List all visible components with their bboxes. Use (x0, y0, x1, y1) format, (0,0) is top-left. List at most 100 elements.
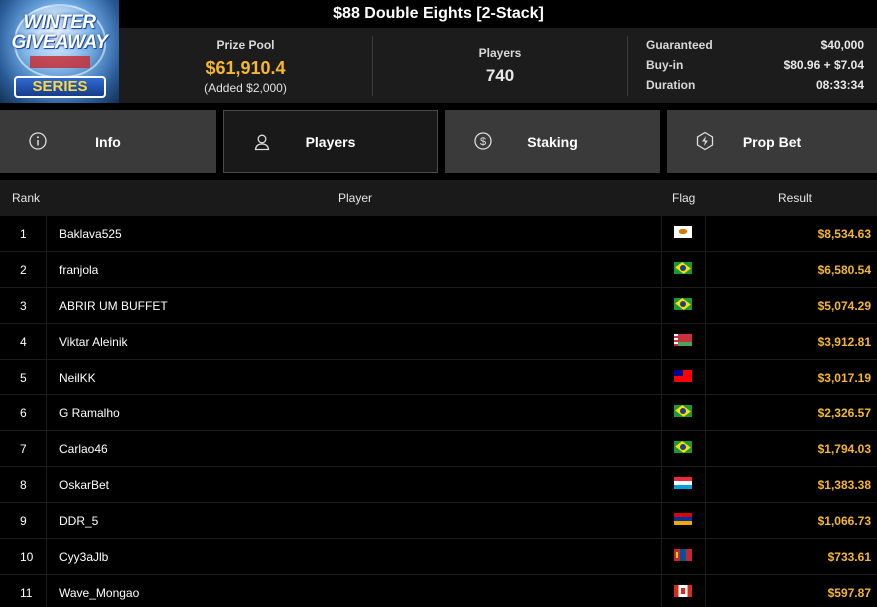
table-row[interactable]: 4 Viktar Aleinik $3,912.81 (0, 323, 877, 360)
player-name: OskarBet (59, 478, 110, 493)
detail-label: Guaranteed (646, 38, 713, 52)
flag-cell (661, 251, 706, 287)
flag-cell (661, 431, 706, 467)
player-name: DDR_5 (59, 514, 99, 529)
luxembourg-flag-icon (674, 477, 692, 490)
flag-cell (661, 323, 706, 359)
detail-label: Duration (646, 78, 696, 92)
result-value: $1,066.73 (817, 514, 871, 529)
table-row[interactable]: 2 franjola $6,580.54 (0, 251, 877, 288)
flag-cell (661, 216, 706, 251)
player-name: ABRIR UM BUFFET (59, 298, 168, 313)
result-value: $5,074.29 (817, 298, 871, 313)
detail-value: 08:33:34 (815, 78, 864, 92)
rank-value: 4 (20, 334, 27, 349)
player-name: Viktar Aleinik (59, 334, 128, 349)
lightning-icon (696, 131, 714, 151)
tab-info[interactable]: Info (0, 110, 216, 173)
players-count-label: Players (478, 46, 522, 60)
table-row[interactable]: 7 Carlao46 $1,794.03 (0, 431, 877, 468)
table-row[interactable]: 11 Wave_Mongao $597.87 (0, 574, 877, 607)
rank-value: 8 (20, 478, 27, 493)
rank-cell: 2 (0, 251, 47, 287)
tournament-title: $88 Double Eights [2-Stack] (0, 0, 877, 28)
flag-cell (661, 574, 706, 607)
detail-value: $40,000 (820, 38, 864, 52)
players-count-block: Players 740 (373, 28, 627, 103)
prize-pool-label: Prize Pool (216, 38, 275, 52)
detail-duration: Duration 08:33:34 (646, 78, 864, 98)
tab-players[interactable]: Players (223, 110, 438, 173)
result-value: $1,794.03 (817, 442, 871, 457)
flag-cell (661, 395, 706, 431)
detail-guaranteed: Guaranteed $40,000 (646, 38, 864, 58)
player-name: NeilKK (59, 370, 96, 385)
table-row[interactable]: 1 Baklava525 $8,534.63 (0, 216, 877, 252)
rank-cell: 3 (0, 287, 47, 323)
result-value: $3,017.19 (817, 370, 871, 385)
tournament-summary: Prize Pool $61,910.4 (Added $2,000) Play… (119, 28, 877, 103)
info-icon (29, 132, 47, 150)
player-name: Carlao46 (59, 442, 108, 457)
player-name: franjola (59, 262, 99, 277)
rank-cell: 1 (0, 216, 47, 251)
rank-value: 9 (20, 514, 27, 529)
column-header-flag[interactable]: Flag (672, 191, 695, 205)
tab-prop-bet[interactable]: Prop Bet (667, 110, 877, 173)
canada-flag-icon (674, 584, 692, 597)
rank-value: 10 (20, 550, 34, 565)
result-value: $3,912.81 (817, 334, 871, 349)
players-count-value: 740 (485, 66, 515, 85)
player-name: Wave_Mongao (59, 585, 140, 600)
brazil-flag-icon (674, 261, 692, 274)
result-value: $597.87 (827, 585, 871, 600)
armenia-flag-icon (674, 513, 692, 526)
rank-cell: 4 (0, 323, 47, 359)
flag-cell (661, 287, 706, 323)
column-header-player[interactable]: Player (338, 191, 372, 205)
results-table-header: Rank Player Flag Result (0, 180, 877, 216)
tab-staking[interactable]: $ Staking (445, 110, 660, 173)
rank-cell: 7 (0, 431, 47, 467)
rank-cell: 6 (0, 395, 47, 431)
dollar-coin-icon: $ (474, 132, 492, 150)
flag-cell (661, 503, 706, 539)
rank-cell: 9 (0, 503, 47, 539)
winter-giveaway-logo: WINTER GIVEAWAY SERIES (0, 0, 119, 103)
logo-line1: WINTER (23, 12, 96, 33)
player-name: Cyy3aJlb (59, 550, 109, 565)
player-name: G Ramalho (59, 406, 120, 421)
detail-label: Buy-in (646, 58, 684, 72)
brazil-flag-icon (674, 441, 692, 454)
prize-pool-added: (Added $2,000) (204, 81, 287, 95)
table-row[interactable]: 5 NeilKK $3,017.19 (0, 359, 877, 396)
result-value: $733.61 (827, 550, 871, 565)
belarus-flag-icon (674, 333, 692, 346)
column-header-rank[interactable]: Rank (12, 191, 40, 205)
svg-text:$: $ (480, 136, 486, 148)
table-row[interactable]: 3 ABRIR UM BUFFET $5,074.29 (0, 287, 877, 324)
rank-value: 1 (20, 227, 27, 241)
rank-value: 11 (20, 585, 33, 600)
rank-value: 7 (20, 442, 27, 457)
column-header-result[interactable]: Result (778, 191, 812, 205)
flag-cell (661, 359, 706, 395)
result-value: $2,326.57 (817, 406, 871, 421)
tournament-details: Guaranteed $40,000 Buy-in $80.96 + $7.04… (646, 38, 864, 98)
table-row[interactable]: 6 G Ramalho $2,326.57 (0, 395, 877, 432)
rank-value: 2 (20, 262, 27, 277)
rank-value: 3 (20, 298, 27, 313)
prize-pool-block: Prize Pool $61,910.4 (Added $2,000) (119, 28, 372, 103)
table-row[interactable]: 10 Cyy3aJlb $733.61 (0, 539, 877, 575)
rank-value: 6 (20, 406, 27, 421)
table-row[interactable]: 8 OskarBet $1,383.38 (0, 467, 877, 504)
player-name: Baklava525 (59, 227, 122, 241)
mongolia-flag-icon (674, 549, 692, 562)
logo-ribbon (30, 56, 90, 68)
brazil-flag-icon (674, 297, 692, 310)
table-row[interactable]: 9 DDR_5 $1,066.73 (0, 503, 877, 540)
brazil-flag-icon (674, 405, 692, 418)
logo-series-badge: SERIES (14, 76, 106, 98)
rank-cell: 5 (0, 359, 47, 395)
flag-cell (661, 539, 706, 574)
